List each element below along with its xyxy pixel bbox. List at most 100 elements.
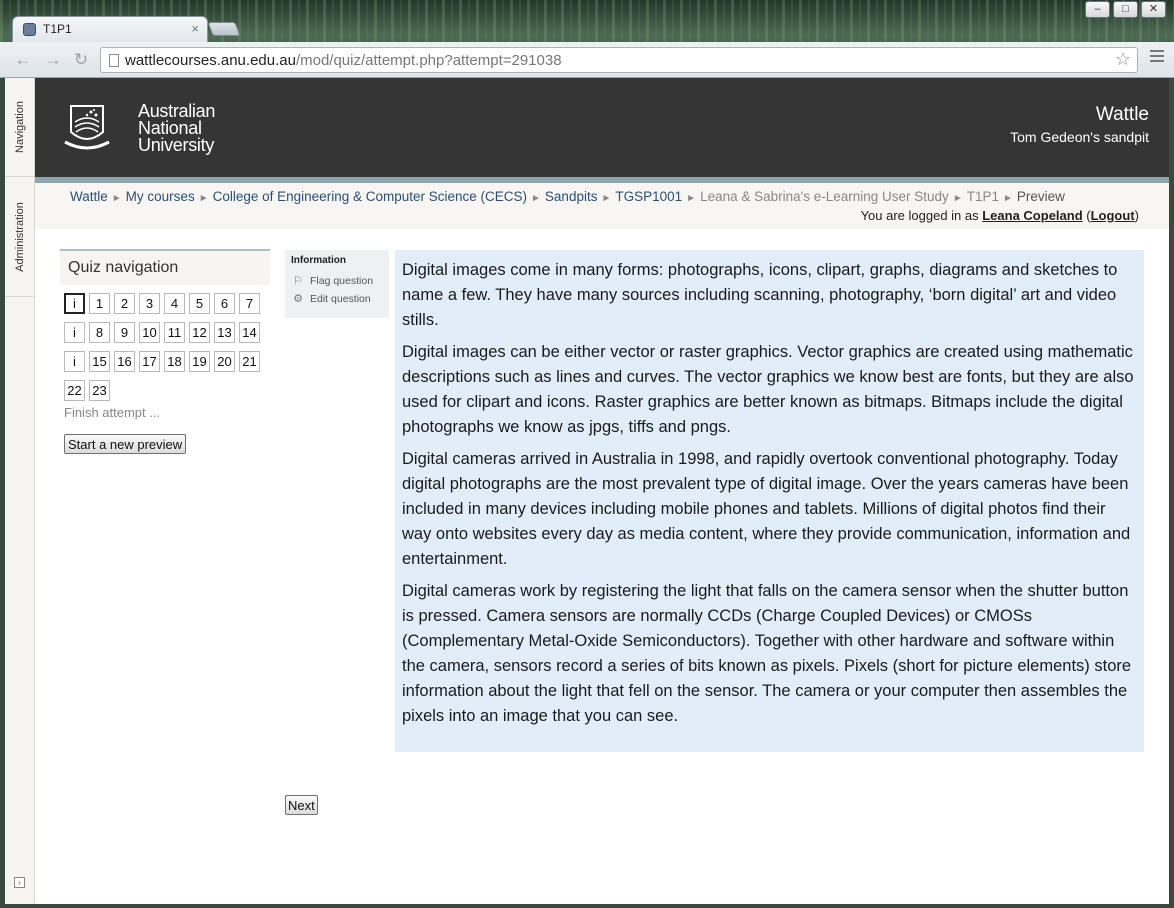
- quiz-nav-button[interactable]: 10: [139, 322, 160, 343]
- browser-toolbar: ← → ↻ wattlecourses.anu.edu.au/mod/quiz/…: [0, 42, 1174, 78]
- minimize-button[interactable]: –: [1085, 1, 1110, 18]
- navbar: Wattle ► My courses ► College of Engineering…: [35, 183, 1169, 229]
- breadcrumb-separator: ►: [1003, 193, 1013, 204]
- anu-wordmark: Australian National University: [138, 102, 215, 155]
- gear-icon: ⚙: [293, 293, 303, 305]
- back-icon[interactable]: ←: [12, 49, 34, 71]
- close-window-button[interactable]: ✕: [1141, 1, 1166, 18]
- block-dock: Navigation Administration ›: [5, 78, 35, 904]
- breadcrumb-link[interactable]: Leana & Sabrina's e-Learning User Study: [700, 189, 949, 204]
- content-paragraph: Digital cameras arrived in Australia in …: [402, 450, 1131, 568]
- breadcrumb-link[interactable]: T1P1: [967, 189, 999, 204]
- bookmark-star-icon[interactable]: ☆: [1115, 49, 1131, 70]
- breadcrumb-link[interactable]: My courses: [126, 189, 195, 204]
- flag-question-link[interactable]: ⚐ Flag question: [291, 274, 383, 288]
- tab-title: T1P1: [43, 22, 72, 36]
- quiz-nav-button[interactable]: 5: [189, 293, 210, 314]
- quiz-nav-button[interactable]: 15: [89, 351, 110, 372]
- quiz-nav-button[interactable]: 18: [164, 351, 185, 372]
- quiz-nav-button[interactable]: i: [64, 351, 85, 372]
- url-host: wattlecourses.anu.edu.au: [125, 52, 296, 69]
- quiz-nav-button[interactable]: 16: [114, 351, 135, 372]
- login-prefix: You are logged in as: [860, 208, 983, 223]
- quiz-nav-button[interactable]: 17: [139, 351, 160, 372]
- page-icon: [109, 54, 119, 67]
- user-profile-link[interactable]: Leana Copeland: [982, 208, 1082, 223]
- url-path: /mod/quiz/attempt.php?attempt=291038: [295, 52, 562, 69]
- quiz-nav-button[interactable]: 14: [239, 322, 260, 343]
- flag-question-label: Flag question: [310, 274, 374, 287]
- start-new-preview-button[interactable]: Start a new preview: [64, 434, 187, 454]
- edit-question-link[interactable]: ⚙ Edit question: [291, 292, 383, 306]
- content-paragraph: Digital cameras work by registering the …: [402, 582, 1132, 725]
- site-title[interactable]: Wattle: [1096, 104, 1149, 126]
- breadcrumb: Wattle ► My courses ► College of Engineering…: [70, 189, 1065, 204]
- content-paragraph: Digital images come in many forms: photo…: [402, 261, 1118, 329]
- dock-toggle-icon[interactable]: ›: [14, 877, 25, 888]
- question-info-panel: Information ⚐ Flag question ⚙ Edit quest…: [285, 250, 389, 318]
- edit-question-label: Edit question: [310, 292, 371, 305]
- browser-chrome: T1P1 × – □ ✕ ← → ↻ wattlecourses.anu.edu…: [0, 0, 1174, 78]
- quiz-nav-button[interactable]: 19: [189, 351, 210, 372]
- breadcrumb-separator: ►: [531, 193, 541, 204]
- quiz-nav-button[interactable]: 3: [139, 293, 160, 314]
- close-tab-icon[interactable]: ×: [191, 21, 199, 36]
- quiz-nav-button[interactable]: 4: [164, 293, 185, 314]
- new-tab-button[interactable]: [207, 22, 241, 36]
- page-viewport: Navigation Administration › Australian N…: [5, 78, 1169, 904]
- breadcrumb-current: Preview: [1016, 189, 1065, 204]
- reload-icon[interactable]: ↻: [70, 49, 92, 71]
- breadcrumb-separator: ►: [601, 193, 612, 204]
- dock-label: Navigation: [14, 101, 26, 153]
- dock-label: Administration: [14, 201, 26, 272]
- window-controls: – □ ✕: [1085, 1, 1166, 18]
- dock-item-administration[interactable]: Administration: [5, 177, 35, 297]
- quiz-navigation-block: Quiz navigation i 1 2 3 4 5 6 7 i 8 9 10 11 12 13 14 i 15…: [60, 249, 270, 454]
- breadcrumb-separator: ►: [686, 193, 697, 204]
- address-bar[interactable]: wattlecourses.anu.edu.au/mod/quiz/attemp…: [100, 47, 1138, 73]
- url-text: wattlecourses.anu.edu.au/mod/quiz/attemp…: [125, 52, 562, 69]
- breadcrumb-separator: ►: [952, 193, 963, 204]
- favicon-icon: [23, 23, 36, 36]
- flag-icon: ⚐: [293, 275, 303, 287]
- anu-crest-icon: [64, 105, 110, 150]
- site-header: Australian National University Wattle To…: [35, 78, 1169, 177]
- breadcrumb-link[interactable]: TGSP1001: [615, 189, 682, 204]
- menu-icon[interactable]: [1150, 50, 1164, 65]
- quiz-nav-button[interactable]: 22: [64, 380, 85, 401]
- quiz-nav-button[interactable]: 1: [89, 293, 110, 314]
- maximize-button[interactable]: □: [1113, 1, 1138, 18]
- quiz-nav-button[interactable]: 2: [114, 293, 135, 314]
- content-paragraph: Digital images can be either vector or r…: [402, 343, 1134, 436]
- browser-tab[interactable]: T1P1 ×: [12, 16, 208, 42]
- logout-link[interactable]: Logout: [1091, 208, 1135, 223]
- quiz-nav-button[interactable]: 23: [89, 380, 110, 401]
- quiz-nav-button[interactable]: 7: [239, 293, 260, 314]
- quiz-nav-button[interactable]: 21: [239, 351, 260, 372]
- forward-icon[interactable]: →: [42, 49, 64, 71]
- quiz-question-buttons: i 1 2 3 4 5 6 7 i 8 9 10 11 12 13 14 i 15 16 17 18 19 20 21 22 23: [60, 285, 270, 409]
- quiz-nav-button[interactable]: 6: [214, 293, 235, 314]
- quiz-nav-button[interactable]: 20: [214, 351, 235, 372]
- quiz-nav-button-current[interactable]: i: [64, 293, 85, 314]
- quiz-nav-button[interactable]: i: [64, 322, 85, 343]
- breadcrumb-link[interactable]: Wattle: [70, 189, 108, 204]
- quiz-nav-button[interactable]: 8: [89, 322, 110, 343]
- breadcrumb-link[interactable]: Sandpits: [545, 189, 598, 204]
- wordmark-line: University: [138, 135, 215, 155]
- finish-attempt-link[interactable]: Finish attempt ...: [60, 405, 270, 420]
- next-button[interactable]: Next: [285, 795, 318, 815]
- quiz-nav-button[interactable]: 11: [164, 322, 185, 343]
- quiz-navigation-title: Quiz navigation: [60, 249, 270, 285]
- dock-item-navigation[interactable]: Navigation: [5, 78, 35, 177]
- quiz-nav-button[interactable]: 9: [114, 322, 135, 343]
- quiz-nav-button[interactable]: 13: [214, 322, 235, 343]
- breadcrumb-link[interactable]: College of Engineering & Computer Scienc…: [213, 189, 527, 204]
- question-info-title: Information: [291, 255, 346, 266]
- breadcrumb-separator: ►: [198, 193, 209, 204]
- question-content: Digital images come in many forms: photo…: [395, 250, 1144, 752]
- breadcrumb-separator: ►: [111, 193, 122, 204]
- login-info: You are logged in as Leana Copeland (Log…: [860, 208, 1139, 223]
- quiz-nav-button[interactable]: 12: [189, 322, 210, 343]
- site-subtitle[interactable]: Tom Gedeon's sandpit: [1010, 129, 1149, 145]
